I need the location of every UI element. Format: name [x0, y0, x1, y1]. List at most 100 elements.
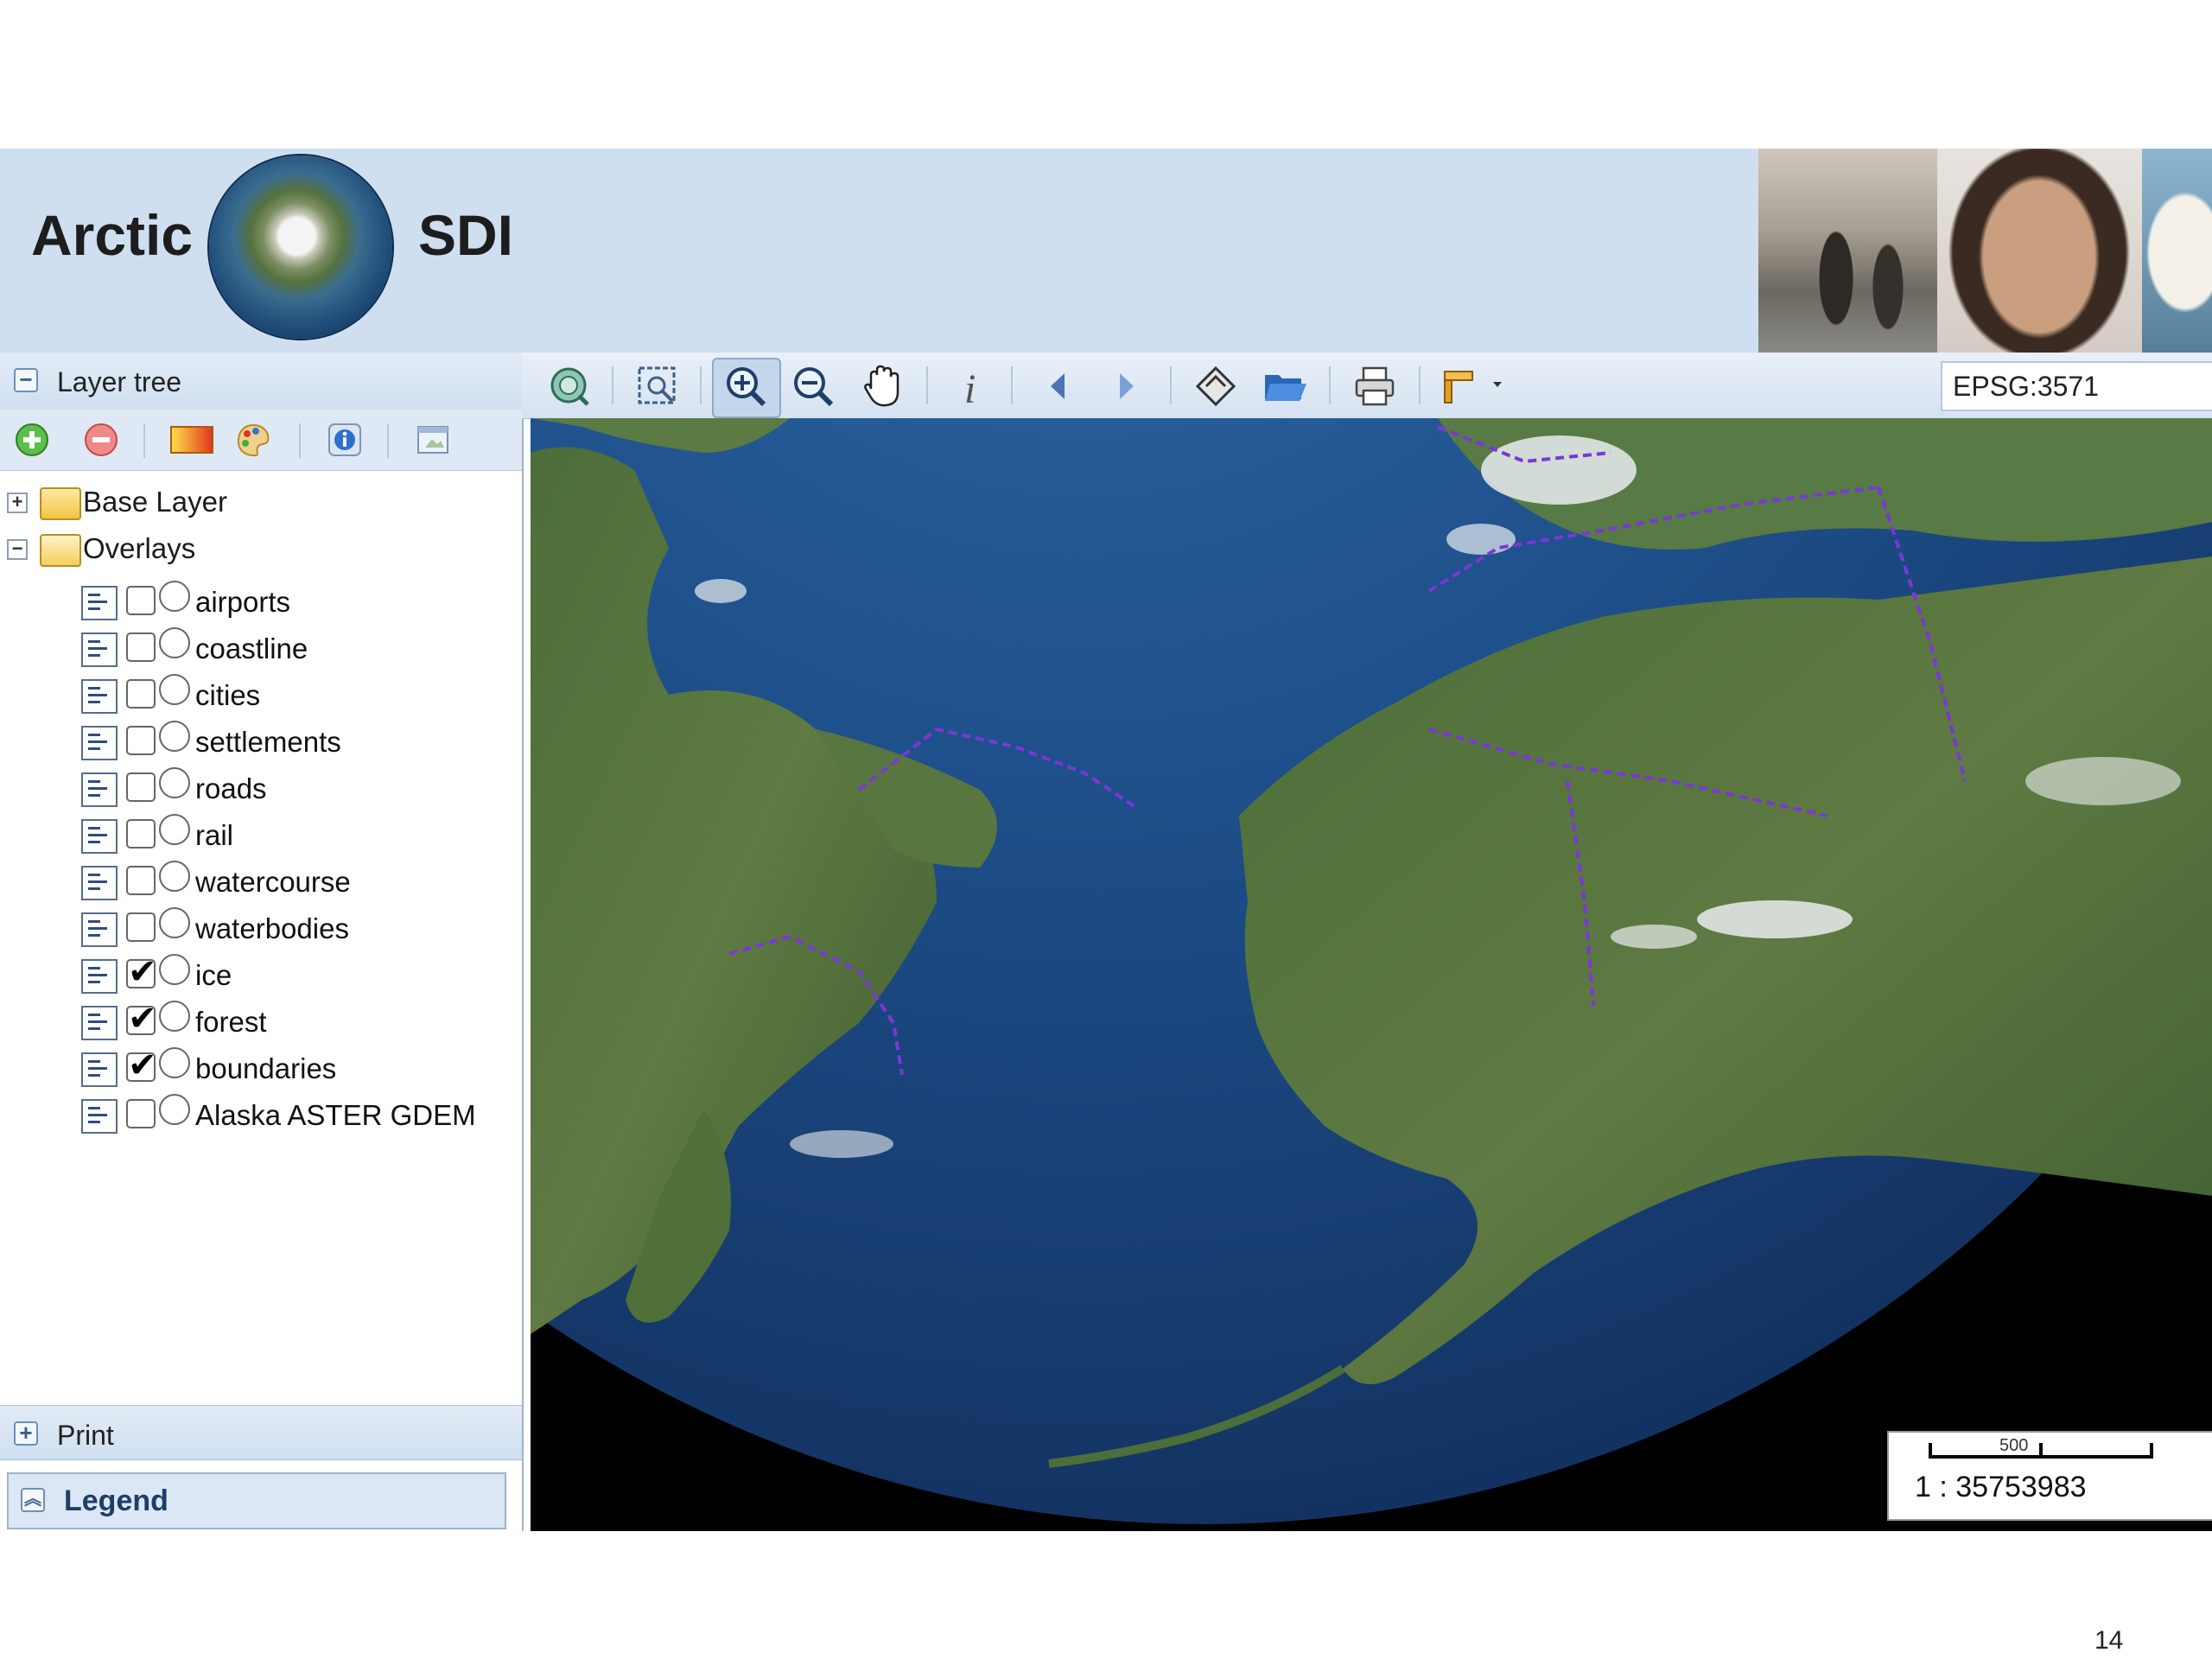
expand-plus-icon[interactable]: + [14, 1421, 38, 1446]
layer-label: watercourse [195, 866, 351, 898]
identify-icon[interactable]: i [949, 363, 995, 410]
chevron-up-icon[interactable]: ︽ [21, 1488, 45, 1512]
layer-radio[interactable] [159, 674, 190, 705]
legend-panel-title: Legend [64, 1484, 168, 1517]
measure-icon[interactable] [1192, 363, 1239, 410]
layer-item-cities[interactable]: cities [0, 671, 522, 717]
open-folder-icon[interactable] [1262, 363, 1308, 410]
layer-tree-title: Layer tree [57, 366, 182, 397]
layer-checkbox[interactable] [126, 1099, 156, 1128]
layer-item-airports[interactable]: airports [0, 577, 522, 624]
layer-item-roads[interactable]: roads [0, 764, 522, 810]
layer-radio[interactable] [159, 954, 190, 985]
arctic-globe-logo [209, 156, 392, 339]
layer-checkbox[interactable] [126, 632, 156, 662]
layer-radio[interactable] [159, 861, 190, 892]
group-label: Base Layer [83, 486, 227, 518]
photo-birds [1758, 149, 1937, 353]
svg-text:i: i [964, 366, 976, 410]
layer-legend-icon [81, 1006, 118, 1040]
layer-checkbox[interactable] [126, 819, 156, 849]
layer-radio[interactable] [159, 1094, 190, 1125]
zoom-extent-icon[interactable] [546, 363, 593, 410]
zoom-out-icon[interactable] [790, 363, 836, 410]
layer-legend-icon [81, 912, 118, 947]
layer-label: settlements [195, 726, 341, 758]
tree-group-overlays[interactable]: − Overlays [0, 527, 522, 574]
collapse-icon[interactable]: − [14, 368, 38, 392]
scale-bar [1929, 1443, 2153, 1459]
pan-hand-icon[interactable] [859, 363, 906, 410]
add-layer-icon[interactable] [14, 422, 50, 458]
tree-group-base-layer[interactable]: + Base Layer [0, 480, 522, 527]
layer-radio[interactable] [159, 721, 190, 752]
scale-indicator: 500 1 : 35753983 [1887, 1431, 2212, 1521]
style-icon[interactable] [169, 422, 214, 458]
layer-label: forest [195, 1006, 267, 1038]
expand-icon[interactable]: + [7, 493, 28, 513]
layer-checkbox[interactable] [126, 912, 156, 942]
layer-checkbox[interactable] [126, 772, 156, 802]
layer-legend-icon [81, 726, 118, 760]
layer-tree-header[interactable]: − Layer tree [0, 353, 522, 410]
layer-item-coastline[interactable]: coastline [0, 624, 522, 671]
map-view[interactable]: 500 1 : 35753983 [531, 418, 2212, 1531]
history-back-icon[interactable] [1035, 363, 1082, 410]
layer-item-forest[interactable]: ✔ forest [0, 997, 522, 1044]
print-panel-header[interactable]: + Print [0, 1405, 522, 1460]
layer-checkbox[interactable]: ✔ [126, 1048, 157, 1083]
layer-label: rail [195, 819, 234, 851]
info-icon[interactable] [327, 422, 363, 458]
projection-display: EPSG:3571 [1941, 361, 2212, 411]
layer-radio[interactable] [159, 627, 190, 658]
preview-icon[interactable] [415, 422, 451, 458]
layer-radio[interactable] [159, 1001, 190, 1032]
scale-bar-label: 500 [1999, 1436, 2029, 1455]
map-toolbar: i EPSG:3571 [522, 353, 2212, 419]
layer-legend-icon [81, 819, 118, 854]
layer-item-ice[interactable]: ✔ ice [0, 950, 522, 997]
layer-item-waterbodies[interactable]: waterbodies [0, 904, 522, 950]
print-panel-title: Print [57, 1420, 114, 1451]
satellite-map-image [531, 418, 2212, 1531]
page-number: 14 [2094, 1626, 2124, 1655]
print-icon[interactable] [1351, 363, 1398, 410]
layer-checkbox[interactable] [126, 586, 156, 615]
layer-item-alaska-aster-gdem[interactable]: Alaska ASTER GDEM [0, 1090, 522, 1137]
layer-label: airports [195, 586, 291, 618]
legend-panel-header[interactable]: ︽ Legend [7, 1472, 506, 1529]
zoom-box-icon[interactable] [634, 363, 681, 410]
layer-legend-icon [81, 679, 118, 714]
layer-label: roads [195, 772, 267, 804]
drawing-tool-icon[interactable] [1438, 363, 1507, 410]
layer-checkbox[interactable]: ✔ [126, 955, 157, 989]
layer-checkbox[interactable]: ✔ [126, 1001, 157, 1036]
group-label: Overlays [83, 532, 196, 564]
layer-checkbox[interactable] [126, 866, 156, 895]
layer-label: Alaska ASTER GDEM [195, 1099, 476, 1131]
remove-layer-icon[interactable] [83, 422, 119, 458]
layer-item-watercourse[interactable]: watercourse [0, 857, 522, 904]
palette-icon[interactable] [235, 422, 271, 458]
layer-item-boundaries[interactable]: ✔ boundaries [0, 1044, 522, 1090]
layer-radio[interactable] [159, 767, 190, 798]
history-forward-icon[interactable] [1103, 363, 1149, 410]
layer-item-settlements[interactable]: settlements [0, 717, 522, 764]
layer-checkbox[interactable] [126, 679, 156, 709]
app-title-arctic: Arctic [31, 203, 194, 267]
layer-radio[interactable] [159, 581, 190, 612]
layer-radio[interactable] [159, 814, 190, 845]
layer-label: ice [195, 959, 232, 991]
zoom-in-icon[interactable] [722, 363, 769, 410]
layer-label: boundaries [195, 1052, 337, 1084]
layer-legend-icon [81, 1052, 118, 1087]
layer-checkbox[interactable] [126, 726, 156, 755]
scale-ratio-text: 1 : 35753983 [1915, 1471, 2087, 1503]
collapse-tree-icon[interactable]: − [7, 539, 28, 560]
layer-radio[interactable] [159, 1047, 190, 1078]
layer-item-rail[interactable]: rail [0, 810, 522, 857]
layer-legend-icon [81, 772, 118, 807]
layer-radio[interactable] [159, 907, 190, 938]
left-panel: − Layer tree + Base Layer − Overlays air… [0, 353, 524, 1531]
layer-label: cities [195, 679, 261, 711]
